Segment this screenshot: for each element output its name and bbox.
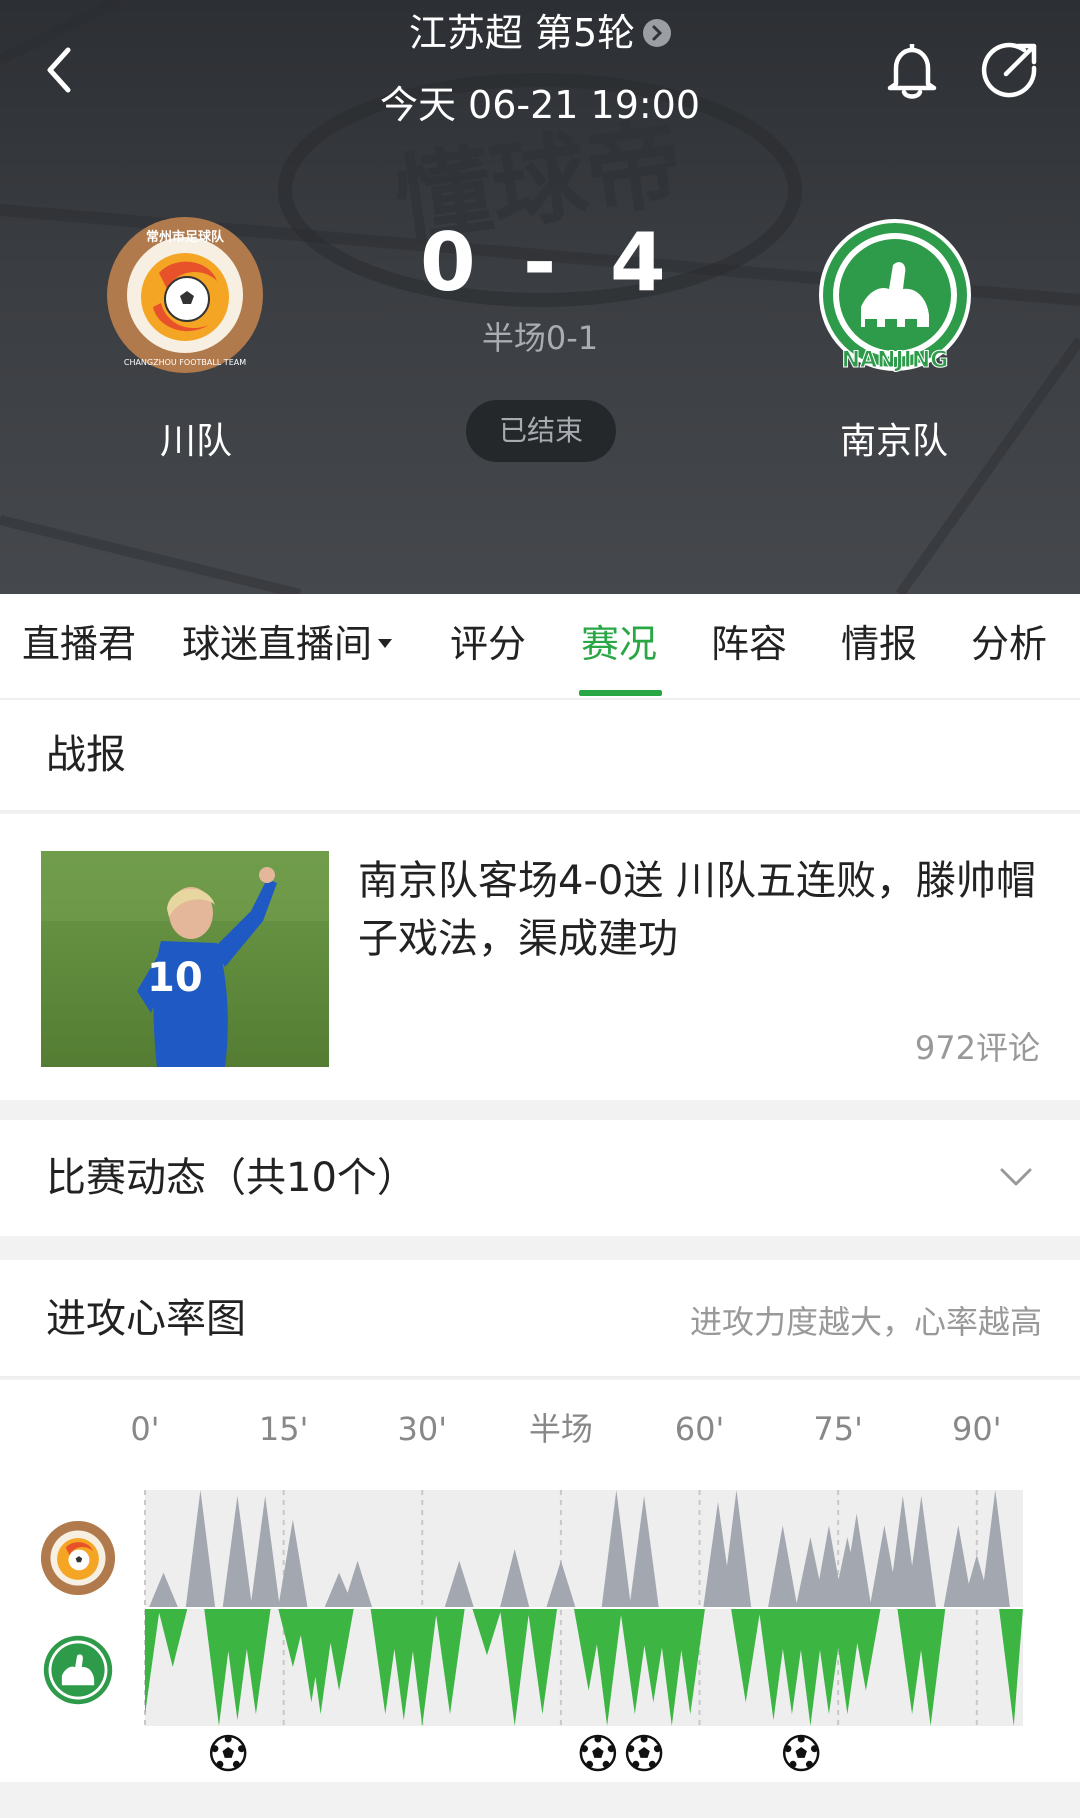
match-events-title: 比赛动态（共10个）: [46, 1155, 417, 1201]
match-header: 懂球帝 江苏超 第5轮 今天 06-21 19:00 常州市足球队 CHANGZ…: [0, 0, 1080, 594]
chevron-right-icon: [643, 18, 672, 47]
time-tick-label: 30': [398, 1410, 448, 1448]
match-status-badge: 已结束: [466, 400, 616, 462]
chart-home-logo: [40, 1520, 116, 1596]
tab-match-status[interactable]: 赛况: [581, 620, 657, 668]
away-team-name[interactable]: 南京队: [744, 420, 1044, 464]
tab-bar: 直播君 球迷直播间 评分 赛况 阵容 情报 分析: [0, 594, 1080, 698]
home-team-name[interactable]: 川队: [46, 420, 346, 464]
news-thumbnail: 10: [41, 851, 329, 1067]
tab-label: 直播君: [22, 622, 137, 666]
tab-ratings[interactable]: 评分: [450, 620, 526, 668]
news-headline[interactable]: 南京队客场4-0送 川队五连败，滕帅帽子戏法，渠成建功: [358, 852, 1038, 968]
dropdown-caret-icon: [378, 639, 393, 648]
share-icon: [981, 42, 1037, 98]
bell-icon: [887, 44, 937, 99]
time-tick-label: 90': [952, 1410, 1002, 1448]
tab-label: 分析: [971, 622, 1048, 666]
tab-label: 评分: [450, 622, 527, 666]
tab-label: 阵容: [711, 622, 788, 666]
news-card[interactable]: 10 南京队客场4-0送 川队五连败，滕帅帽子戏法，渠成建功 972评论: [0, 814, 1080, 1100]
attack-heartrate-header: 进攻心率图 进攻力度越大，心率越高: [0, 1260, 1080, 1378]
heartrate-svg: 0' 15' 30' 半场 60' 75' 90': [130, 1410, 1023, 1772]
away-score: 4: [610, 216, 666, 309]
football-goal-icon: [579, 1734, 617, 1772]
tab-label: 情报: [841, 622, 918, 666]
time-tick-label: 75': [813, 1410, 863, 1448]
home-logo-subtext: CHANGZHOU FOOTBALL TEAM: [124, 358, 246, 367]
report-section-title: 战报: [46, 732, 126, 778]
active-tab-indicator: [579, 690, 662, 696]
home-logo-text: 常州市足球队: [146, 229, 225, 245]
tab-lineup[interactable]: 阵容: [711, 620, 787, 668]
tab-label: 球迷直播间: [182, 622, 373, 666]
attack-heartrate-title: 进攻心率图: [46, 1296, 246, 1342]
football-goal-icon: [625, 1734, 663, 1772]
tab-fan-live-room[interactable]: 球迷直播间: [182, 620, 393, 668]
football-goal-icon: [782, 1734, 820, 1772]
attack-heartrate-chart: 0' 15' 30' 半场 60' 75' 90': [0, 1380, 1080, 1782]
comment-count: 972评论: [914, 1029, 1040, 1067]
tab-analysis[interactable]: 分析: [971, 620, 1047, 668]
bell-button[interactable]: [882, 38, 942, 102]
time-tick-label: 15': [259, 1410, 309, 1448]
player-number: 10: [147, 955, 203, 1001]
football-goal-icon: [209, 1734, 247, 1772]
score-separator: -: [523, 216, 557, 309]
league-round-label: 江苏超 第5轮: [408, 11, 636, 55]
chevron-down-icon: [1000, 1168, 1032, 1186]
tab-label: 赛况: [581, 622, 658, 666]
chart-away-logo: [40, 1632, 116, 1708]
home-score: 0: [420, 216, 476, 309]
share-button[interactable]: [980, 38, 1042, 100]
report-section-header: 战报: [0, 698, 1080, 812]
tab-intel[interactable]: 情报: [841, 620, 917, 668]
attack-heartrate-hint: 进攻力度越大，心率越高: [689, 1303, 1042, 1341]
time-tick-label: 半场: [529, 1410, 593, 1448]
time-tick-label: 0': [130, 1410, 159, 1448]
match-events-row[interactable]: 比赛动态（共10个）: [0, 1120, 1080, 1236]
time-tick-label: 60': [675, 1410, 725, 1448]
tab-live-host[interactable]: 直播君: [22, 620, 136, 668]
halftime-score: 半场0-1: [481, 319, 599, 357]
